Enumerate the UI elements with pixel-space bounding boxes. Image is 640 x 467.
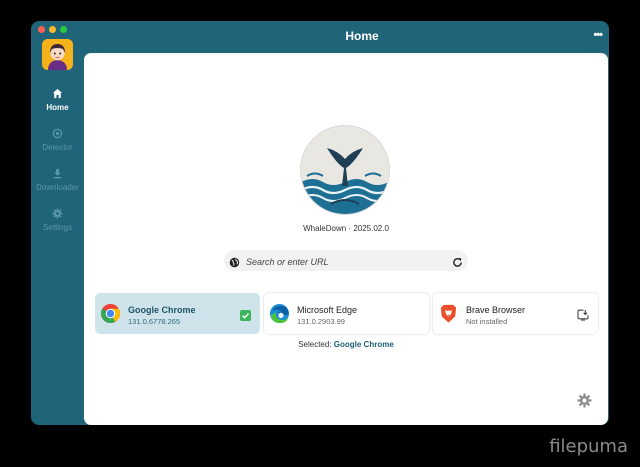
browser-version: 131.0.2903.99: [297, 317, 345, 326]
search-input[interactable]: [244, 252, 448, 271]
selected-browser-value: Google Chrome: [333, 340, 394, 349]
target-icon: [31, 125, 84, 141]
gear-icon: [31, 205, 84, 221]
app-version-label: WhaleDown · 2025.02.0: [303, 224, 389, 233]
browser-version: 131.0.6778.265: [128, 317, 181, 326]
sidebar-item-downloader[interactable]: Downloader: [31, 165, 84, 205]
browser-version: Not installed: [466, 317, 508, 326]
chrome-icon: [100, 303, 121, 324]
ellipsis-icon[interactable]: •••: [593, 29, 603, 41]
browser-card-edge[interactable]: Microsoft Edge 131.0.2903.99: [264, 293, 429, 334]
sidebar-item-label: Settings: [43, 223, 72, 232]
window-controls: [38, 26, 67, 33]
zoom-window-button[interactable]: [60, 26, 67, 33]
browser-card-chrome[interactable]: Google Chrome 131.0.6778.265: [95, 293, 260, 334]
browser-card-brave[interactable]: Brave Browser Not installed: [433, 293, 598, 334]
sidebar-item-settings[interactable]: Settings: [31, 205, 84, 245]
selected-prefix: Selected:: [298, 340, 332, 349]
sidebar-item-detector[interactable]: Detector: [31, 125, 84, 165]
settings-gear-button[interactable]: [577, 393, 592, 413]
home-icon: [31, 85, 84, 101]
gear-icon: [577, 393, 592, 412]
avatar[interactable]: [42, 39, 73, 70]
browser-name: Brave Browser: [466, 305, 526, 315]
whale-tail-logo: [301, 126, 389, 214]
globe-icon: [229, 255, 240, 273]
app-window: Home ••• Home Detector Downloader Settin…: [31, 21, 609, 425]
browser-name: Google Chrome: [128, 305, 196, 315]
sidebar-item-home[interactable]: Home: [31, 85, 84, 125]
refresh-icon[interactable]: [452, 255, 463, 273]
close-window-button[interactable]: [38, 26, 45, 33]
sidebar-item-label: Detector: [42, 143, 73, 152]
minimize-window-button[interactable]: [49, 26, 56, 33]
browser-name: Microsoft Edge: [297, 305, 358, 315]
checkbox-checked-icon[interactable]: [240, 308, 251, 326]
download-icon: [31, 165, 84, 181]
sidebar-item-label: Home: [46, 103, 69, 112]
edge-icon: [269, 303, 290, 324]
sidebar-item-label: Downloader: [36, 183, 79, 192]
selected-browser-label: Selected: Google Chrome: [84, 340, 608, 349]
window-title: Home: [345, 29, 379, 43]
main-content: WhaleDown · 2025.02.0 Search or enter UR…: [84, 53, 608, 425]
brave-icon: [438, 303, 459, 324]
watermark: filepuma: [549, 436, 628, 457]
sidebar-nav: Home Detector Downloader Settings: [31, 85, 84, 245]
url-search-bar[interactable]: [224, 250, 468, 271]
install-icon[interactable]: [577, 308, 589, 326]
